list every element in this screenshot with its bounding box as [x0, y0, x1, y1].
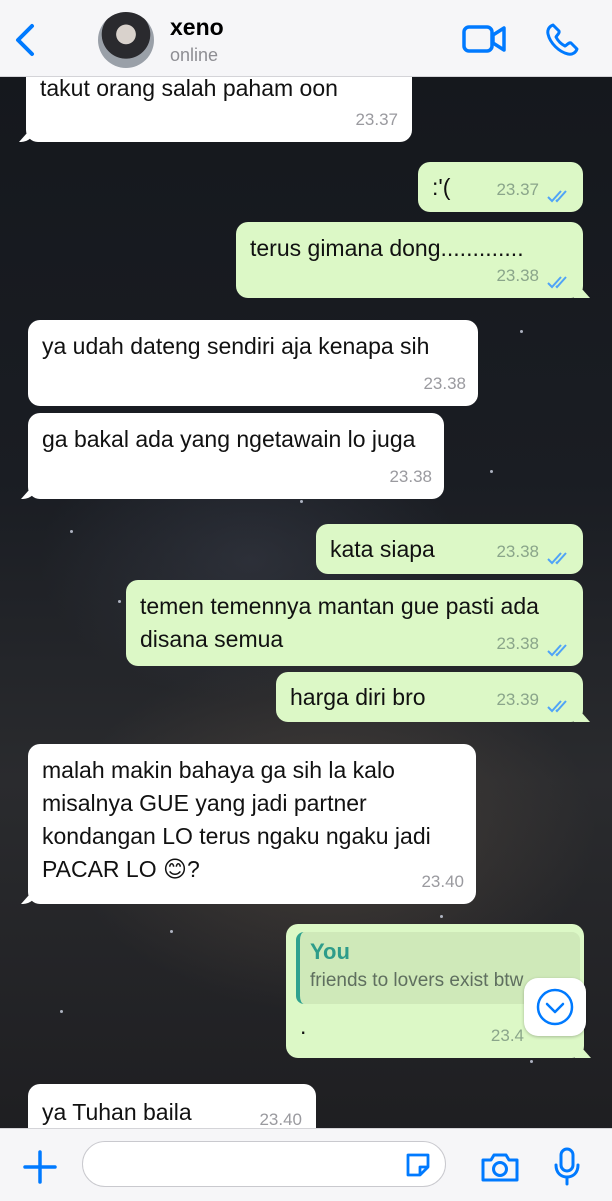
message-time: 23.38	[496, 542, 539, 561]
message-time: 23.38	[496, 266, 539, 285]
message-text: .	[300, 1013, 307, 1039]
read-receipt-icon	[547, 552, 567, 565]
phone-icon	[546, 23, 579, 56]
sticker-button[interactable]	[404, 1151, 432, 1179]
message-input[interactable]	[82, 1141, 446, 1187]
read-receipt-icon	[547, 644, 567, 657]
message-bubble-outgoing[interactable]: temen temennya mantan gue pasti ada disa…	[126, 580, 583, 666]
read-receipt-icon	[547, 190, 567, 203]
camera-icon	[481, 1153, 519, 1182]
message-time: 23.38	[423, 374, 466, 393]
chevron-left-icon	[16, 24, 34, 56]
scroll-to-bottom-button[interactable]	[524, 978, 586, 1036]
microphone-icon	[554, 1147, 580, 1186]
chevron-down-circle-icon	[536, 988, 574, 1026]
read-receipt-icon	[547, 276, 567, 289]
contact-status: online	[170, 45, 219, 65]
message-bubble-outgoing[interactable]: :'( 23.37	[418, 162, 583, 212]
microphone-button[interactable]	[552, 1147, 582, 1187]
quote-author: You	[310, 939, 350, 964]
back-button[interactable]	[10, 22, 40, 58]
voice-call-button[interactable]	[544, 22, 580, 58]
camera-button[interactable]	[480, 1151, 520, 1183]
video-camera-icon	[462, 25, 506, 53]
message-text: ga bakal ada yang ngetawain lo juga	[42, 426, 416, 452]
message-text: ya udah dateng sendiri aja kenapa sih	[42, 333, 430, 359]
read-receipt-icon	[547, 700, 567, 713]
message-time: 23.37	[355, 110, 398, 129]
message-bubble-outgoing[interactable]: kata siapa 23.38	[316, 524, 583, 574]
message-bubble-outgoing[interactable]: terus gimana dong............. 23.38	[236, 222, 583, 298]
message-bubble-outgoing[interactable]: harga diri bro 23.39	[276, 672, 583, 722]
message-time: 23.38	[389, 467, 432, 486]
message-bubble-incoming[interactable]: ya udah dateng sendiri aja kenapa sih 23…	[28, 320, 478, 406]
message-time: 23.40	[421, 872, 464, 891]
video-call-button[interactable]	[462, 24, 506, 54]
message-bubble-incoming[interactable]: malah makin bahaya ga sih la kalo misaln…	[28, 744, 476, 904]
message-bubble-incoming[interactable]: ga bakal ada yang ngetawain lo juga 23.3…	[28, 413, 444, 499]
sticker-icon	[406, 1153, 430, 1177]
message-time: 23.4	[490, 1026, 524, 1045]
avatar[interactable]	[98, 12, 154, 68]
message-time: 23.38	[496, 634, 539, 653]
message-time: 23.37	[496, 180, 539, 199]
chat-header: xeno online	[0, 0, 612, 77]
attach-button[interactable]	[22, 1149, 58, 1185]
message-input-bar	[0, 1128, 612, 1201]
message-text: malah makin bahaya ga sih la kalo misaln…	[42, 757, 438, 882]
message-time: 23.39	[496, 690, 539, 709]
plus-icon	[23, 1150, 57, 1184]
contact-name[interactable]: xeno	[170, 14, 224, 41]
